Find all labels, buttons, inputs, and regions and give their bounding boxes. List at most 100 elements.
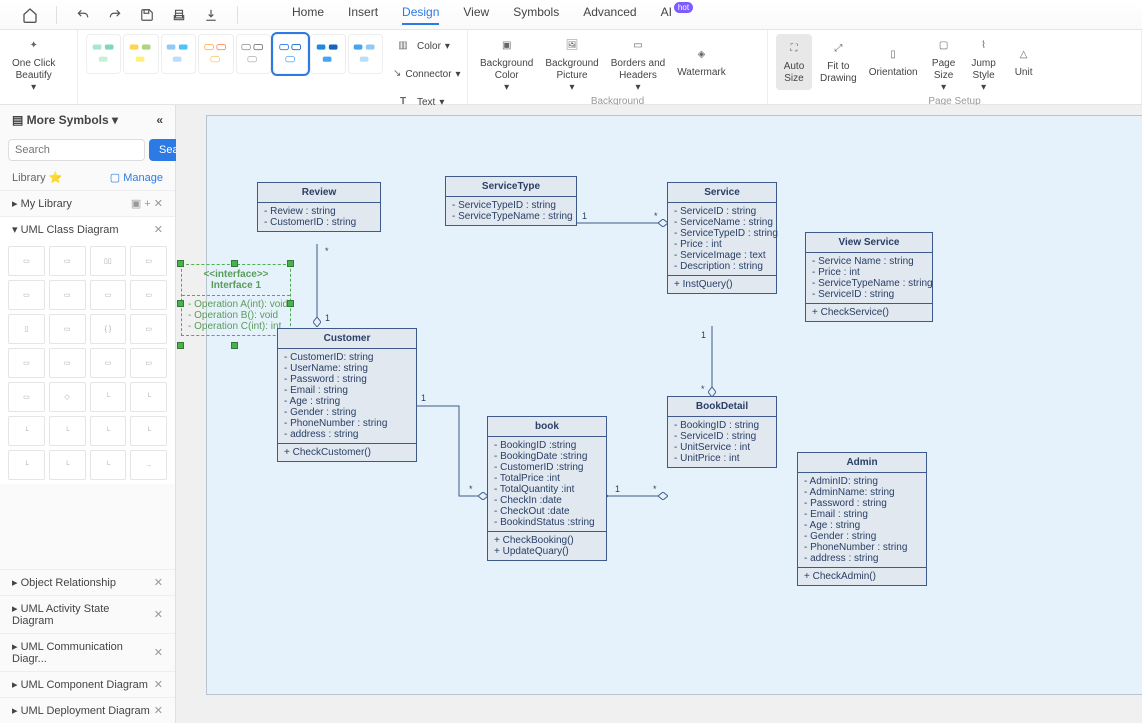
bg-color-button[interactable]: ▣Background Color ▾ (476, 34, 537, 96)
stencil-shape[interactable]: └ (49, 416, 86, 446)
svg-text:1: 1 (582, 211, 587, 221)
stencil-shape[interactable]: └ (90, 450, 127, 480)
unit-icon: △ (1014, 45, 1034, 65)
quick-toolbar: Home Insert Design View Symbols Advanced… (0, 0, 1142, 30)
uml-interface-selected[interactable]: <<interface>> Interface 1 - Operation A(… (181, 264, 291, 336)
theme-5[interactable] (236, 34, 271, 74)
uml-class-viewservice[interactable]: View Service - Service Name : string - P… (805, 232, 933, 322)
menu-insert[interactable]: Insert (348, 5, 378, 25)
theme-6[interactable] (273, 34, 308, 74)
section-activity[interactable]: ▸ UML Activity State Diagram✕ (0, 595, 175, 633)
stencil-shape[interactable]: ▯▯ (90, 246, 127, 276)
stencil-shape[interactable]: └ (8, 416, 45, 446)
stencil-shape[interactable]: ▭ (8, 382, 45, 412)
uml-class-admin[interactable]: Admin - AdminID: string - AdminName: str… (797, 452, 927, 586)
theme-8[interactable] (348, 34, 383, 74)
stencil-shape[interactable]: ▭ (8, 280, 45, 310)
section-deployment[interactable]: ▸ UML Deployment Diagram✕ (0, 697, 175, 723)
stencil-shape[interactable]: → (130, 450, 167, 480)
more-symbols-header[interactable]: ▤ More Symbols ▾ « (0, 105, 175, 135)
stencil-shape[interactable]: ▭ (130, 280, 167, 310)
picture-icon: 🖼 (562, 36, 582, 56)
stencil-shape[interactable]: ◇ (49, 382, 86, 412)
fit-icon: ⤢ (828, 39, 848, 59)
uml-class-servicetype[interactable]: ServiceType - ServiceTypeID : string - S… (445, 176, 577, 226)
uml-class-service[interactable]: Service - ServiceID : string - ServiceNa… (667, 182, 777, 294)
jump-style-button[interactable]: ⌇Jump Style ▾ (966, 34, 1002, 96)
svg-text:*: * (653, 484, 657, 494)
svg-text:*: * (701, 384, 705, 394)
undo-icon[interactable] (71, 3, 95, 27)
menu-design[interactable]: Design (402, 5, 439, 25)
svg-text:1: 1 (615, 484, 620, 494)
menu-ai[interactable]: AIhot (661, 5, 693, 25)
watermark-button[interactable]: ◈Watermark (673, 34, 730, 90)
borders-button[interactable]: ▭Borders and Headers ▾ (607, 34, 669, 96)
stencil-shape[interactable]: └ (49, 450, 86, 480)
orientation-button[interactable]: ▯Orientation (865, 34, 922, 90)
stencil-shape[interactable]: └ (130, 416, 167, 446)
manage-link[interactable]: ▢ Manage (110, 171, 163, 184)
stencil-shape[interactable]: └ (90, 416, 127, 446)
theme-3[interactable] (161, 34, 196, 74)
export-icon[interactable] (199, 3, 223, 27)
stencil-shape[interactable]: { } (90, 314, 127, 344)
one-click-beautify-button[interactable]: ✦One Click Beautify ▾ (8, 34, 59, 96)
stencil-shape[interactable]: ▭ (130, 348, 167, 378)
print-icon[interactable] (167, 3, 191, 27)
stencil-shape[interactable]: ▭ (90, 280, 127, 310)
palette-icon: ▥ (393, 36, 413, 56)
close-section-icon[interactable]: ✕ (154, 223, 163, 236)
my-library-section[interactable]: ▸ My Library ▣ + ✕ (0, 190, 175, 216)
bg-picture-button[interactable]: 🖼Background Picture ▾ (541, 34, 602, 96)
stencil-shape[interactable]: └ (90, 382, 127, 412)
stencil-shape[interactable]: ▭ (130, 314, 167, 344)
stencil-shape[interactable]: ▭ (8, 348, 45, 378)
stencil-shape[interactable]: └ (8, 450, 45, 480)
stencil-shape[interactable]: ▭ (49, 348, 86, 378)
unit-button[interactable]: △Unit (1006, 34, 1042, 90)
stencil-shape[interactable]: ▭ (49, 280, 86, 310)
svg-text:*: * (325, 246, 329, 256)
search-input[interactable] (8, 139, 145, 161)
section-object-rel[interactable]: ▸ Object Relationship✕ (0, 569, 175, 595)
theme-2[interactable] (123, 34, 158, 74)
theme-4[interactable] (198, 34, 233, 74)
fit-drawing-button[interactable]: ⤢Fit to Drawing (816, 34, 861, 90)
redo-icon[interactable] (103, 3, 127, 27)
library-label: Library ⭐ (12, 171, 62, 184)
auto-size-button[interactable]: ⛶Auto Size (776, 34, 812, 90)
uml-class-book[interactable]: book - BookingID :string - BookingDate :… (487, 416, 607, 561)
sidebar: ▤ More Symbols ▾ « Search Library ⭐ ▢ Ma… (0, 105, 176, 723)
svg-text:1: 1 (421, 393, 426, 403)
uml-class-review[interactable]: Review - Review : string - CustomerID : … (257, 182, 381, 232)
uml-class-bookdetail[interactable]: BookDetail - BookingID : string - Servic… (667, 396, 777, 468)
section-component[interactable]: ▸ UML Component Diagram✕ (0, 671, 175, 697)
stencil-shape[interactable]: ▭ (8, 246, 45, 276)
stencil-shape[interactable]: ▯ (8, 314, 45, 344)
stencil-shape[interactable]: ▭ (49, 246, 86, 276)
section-comm[interactable]: ▸ UML Communication Diagr...✕ (0, 633, 175, 671)
collapse-icon[interactable]: « (156, 113, 163, 127)
canvas[interactable]: * 1 1 * 1 * 1 * 1 * Review (176, 105, 1142, 723)
watermark-icon: ◈ (692, 45, 712, 65)
home-icon[interactable] (18, 3, 42, 27)
stencil-shape[interactable]: ▭ (130, 246, 167, 276)
color-button[interactable]: ▥Color ▾ (389, 34, 459, 60)
connector-button[interactable]: ↘Connector ▾ (389, 62, 459, 88)
uml-class-section[interactable]: ▾ UML Class Diagram ✕ (0, 216, 175, 242)
menu-advanced[interactable]: Advanced (583, 5, 636, 25)
page-size-button[interactable]: ▢Page Size ▾ (926, 34, 962, 96)
save-icon[interactable] (135, 3, 159, 27)
drawing-page[interactable]: * 1 1 * 1 * 1 * 1 * Review (206, 115, 1142, 695)
theme-7[interactable] (310, 34, 345, 74)
menu-view[interactable]: View (463, 5, 489, 25)
ribbon: ✦One Click Beautify ▾ ▥Color ▾ ↘Connecto… (0, 30, 1142, 105)
theme-1[interactable] (86, 34, 121, 74)
stencil-shape[interactable]: ▭ (49, 314, 86, 344)
menu-home[interactable]: Home (292, 5, 324, 25)
uml-class-customer[interactable]: Customer - CustomerID: string - UserName… (277, 328, 417, 462)
menu-symbols[interactable]: Symbols (513, 5, 559, 25)
stencil-shape[interactable]: └ (130, 382, 167, 412)
stencil-shape[interactable]: ▭ (90, 348, 127, 378)
